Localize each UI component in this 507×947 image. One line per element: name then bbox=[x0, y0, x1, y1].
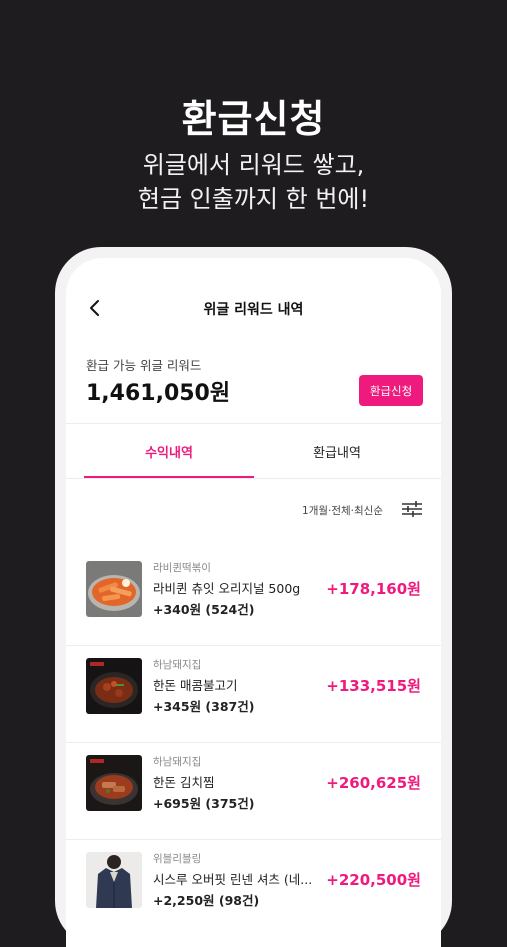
nav-bar: 위글 리워드 내역 bbox=[66, 258, 441, 342]
promo-subtitle: 위글에서 리워드 쌓고, 현금 인출까지 한 번에! bbox=[0, 148, 507, 216]
phone-frame: 위글 리워드 내역 환급 가능 위글 리워드 1,461,050원 환급신청 수… bbox=[55, 247, 452, 947]
unit-reward: +340원 (524건) bbox=[153, 602, 255, 617]
total-reward: +178,160원 bbox=[326, 580, 421, 598]
total-reward: +260,625원 bbox=[326, 774, 421, 792]
promo-subtitle-line-2: 현금 인출까지 한 번에! bbox=[137, 185, 370, 213]
store-name: 위블리블링 bbox=[153, 853, 202, 865]
list-item[interactable]: 하남돼지집 한돈 김치찜 +695원 (375건) +260,625원 bbox=[66, 743, 441, 840]
product-name: 시스루 오버핏 린넨 셔츠 (네... bbox=[153, 872, 313, 887]
list-item[interactable]: 하남돼지집 한돈 매콤불고기 +345원 (387건) +133,515원 bbox=[66, 646, 441, 743]
store-name: 하남돼지집 bbox=[153, 659, 202, 671]
store-name: 라비퀸떡볶이 bbox=[153, 562, 211, 574]
filter-summary[interactable]: 1개월·전체·최신순 bbox=[302, 503, 383, 518]
app-screen: 위글 리워드 내역 환급 가능 위글 리워드 1,461,050원 환급신청 수… bbox=[66, 258, 441, 947]
product-name: 라비퀸 츄잇 오리지널 500g bbox=[153, 581, 301, 596]
product-name: 한돈 김치찜 bbox=[153, 775, 215, 790]
promo-subtitle-line-1: 위글에서 리워드 쌓고, bbox=[142, 151, 365, 179]
refund-request-button[interactable]: 환급신청 bbox=[359, 375, 423, 406]
tab-refunds[interactable]: 환급내역 bbox=[252, 442, 422, 461]
store-name: 하남돼지집 bbox=[153, 756, 202, 768]
list-item[interactable]: 위블리블링 시스루 오버핏 린넨 셔츠 (네... +2,250원 (98건) … bbox=[66, 840, 441, 937]
balance-label: 환급 가능 위글 리워드 bbox=[86, 358, 202, 373]
nav-title: 위글 리워드 내역 bbox=[203, 302, 304, 318]
section-divider bbox=[66, 423, 441, 424]
tteokbokki-photo bbox=[86, 561, 142, 617]
unit-reward: +345원 (387건) bbox=[153, 699, 255, 714]
product-name: 한돈 매콤불고기 bbox=[153, 678, 238, 693]
tab-earnings[interactable]: 수익내역 bbox=[84, 442, 254, 461]
tabs-divider bbox=[66, 478, 441, 479]
bulgogi-photo bbox=[86, 658, 142, 714]
unit-reward: +695원 (375건) bbox=[153, 796, 255, 811]
promo-title: 환급신청 bbox=[181, 97, 326, 141]
total-reward: +220,500원 bbox=[326, 871, 421, 889]
total-reward: +133,515원 bbox=[326, 677, 421, 695]
balance-amount: 1,461,050원 bbox=[86, 381, 231, 406]
filter-sliders-icon[interactable] bbox=[401, 500, 423, 518]
list-item[interactable]: 라비퀸떡볶이 라비퀸 츄잇 오리지널 500g +340원 (524건) +17… bbox=[66, 549, 441, 646]
kimchi-jjim-photo bbox=[86, 755, 142, 811]
